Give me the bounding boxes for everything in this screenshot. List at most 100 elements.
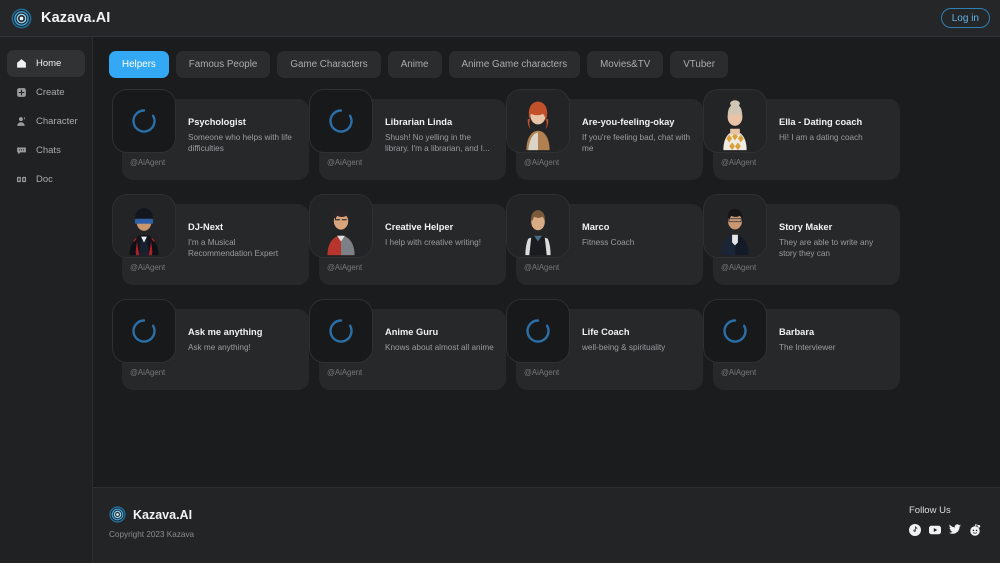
tab-game-characters[interactable]: Game Characters	[277, 51, 380, 78]
card-text: Life Coach well-being & spirituality	[582, 326, 694, 353]
agent-name: Anime Guru	[385, 326, 497, 338]
agent-description: Someone who helps with life difficulties	[188, 132, 300, 154]
agent-description: They are able to write any story they ca…	[779, 237, 891, 259]
agent-avatar	[112, 194, 176, 258]
loading-spinner-icon	[112, 89, 176, 153]
sidebar-item-character[interactable]: Character	[7, 108, 85, 135]
app-root: Kazava.AI Log in Home Create Character	[0, 0, 1000, 563]
copyright-text: Copyright 2023 Kazava	[109, 530, 1000, 539]
agent-card[interactable]: Ask me anythingAsk me anything! @AiAgent	[112, 299, 309, 396]
agent-card[interactable]: Story Maker They are able to write any st…	[703, 194, 900, 291]
sidebar-item-chats[interactable]: Chats	[7, 137, 85, 164]
agent-name: DJ-Next	[188, 221, 300, 233]
card-text: Creative Helper I help with creative writ…	[385, 221, 497, 248]
agent-handle: @AiAgent	[721, 368, 756, 377]
card-text: Anime Guru Knows about almost all anime	[385, 326, 497, 353]
card-text: Are-you-feeling-okay If you're feeling ba…	[582, 116, 694, 154]
category-tabs: Helpers Famous People Game Characters An…	[93, 37, 1000, 78]
tab-anime[interactable]: Anime	[388, 51, 442, 78]
agent-card-grid: PsychologistSomeone who helps with life …	[93, 78, 1000, 396]
twitter-icon[interactable]	[949, 524, 961, 536]
agent-card[interactable]: Librarian LindaShush! No yelling in the …	[309, 89, 506, 186]
sidebar-item-label-doc: Doc	[36, 174, 53, 185]
loading-spinner-icon	[703, 299, 767, 363]
tab-vtuber[interactable]: VTuber	[670, 51, 728, 78]
agent-handle: @AiAgent	[524, 263, 559, 272]
agent-card[interactable]: Life Coachwell-being & spirituality@AiAg…	[506, 299, 703, 396]
agent-handle: @AiAgent	[721, 158, 756, 167]
chat-bubble-icon	[16, 145, 27, 156]
loading-spinner-icon	[309, 89, 373, 153]
agent-description: well-being & spirituality	[582, 342, 694, 353]
loading-spinner-icon	[506, 299, 570, 363]
sidebar-item-label-chats: Chats	[36, 145, 61, 156]
agent-name: Creative Helper	[385, 221, 497, 233]
follow-us-title: Follow Us	[909, 505, 951, 516]
agent-name: Librarian Linda	[385, 116, 497, 128]
home-icon	[16, 58, 27, 69]
loading-spinner-icon	[112, 299, 176, 363]
agent-card[interactable]: Marco Fitness Coach @AiAgent	[506, 194, 703, 291]
agent-description: Hi! I am a dating coach	[779, 132, 891, 143]
kazava-spiral-logo-icon	[11, 8, 32, 29]
agent-name: Barbara	[779, 326, 891, 338]
tab-anime-game-characters[interactable]: Anime Game characters	[449, 51, 581, 78]
agent-name: Marco	[582, 221, 694, 233]
agent-card[interactable]: Are-you-feeling-okay If you're feeling ba…	[506, 89, 703, 186]
footer: Kazava.AI Copyright 2023 Kazava Follow U…	[93, 487, 1000, 563]
agent-handle: @AiAgent	[130, 368, 165, 377]
person-icon	[16, 116, 27, 127]
card-text: Ask me anythingAsk me anything!	[188, 326, 300, 353]
agent-handle: @AiAgent	[721, 263, 756, 272]
agent-description: Ask me anything!	[188, 342, 300, 353]
footer-brand-name: Kazava.AI	[133, 508, 192, 522]
login-button[interactable]: Log in	[941, 8, 990, 28]
card-text: Librarian LindaShush! No yelling in the …	[385, 116, 497, 154]
tab-movies-tv[interactable]: Movies&TV	[587, 51, 663, 78]
footer-brand[interactable]: Kazava.AI	[109, 506, 1000, 523]
sidebar-item-label-create: Create	[36, 87, 65, 98]
sidebar-item-create[interactable]: Create	[7, 79, 85, 106]
agent-handle: @AiAgent	[130, 263, 165, 272]
kazava-spiral-logo-icon	[109, 506, 126, 523]
card-text: PsychologistSomeone who helps with life …	[188, 116, 300, 154]
sidebar-item-home[interactable]: Home	[7, 50, 85, 77]
sidebar-item-label-home: Home	[36, 58, 61, 69]
agent-description: I help with creative writing!	[385, 237, 497, 248]
agent-name: Life Coach	[582, 326, 694, 338]
agent-handle: @AiAgent	[524, 158, 559, 167]
agent-name: Story Maker	[779, 221, 891, 233]
agent-card[interactable]: Barbara The Interviewer @AiAgent	[703, 299, 900, 396]
youtube-icon[interactable]	[929, 524, 941, 536]
reddit-icon[interactable]	[969, 524, 981, 536]
agent-card[interactable]: DJ-Next I'm a Musical Recommendation Expe…	[112, 194, 309, 291]
agent-handle: @AiAgent	[327, 263, 362, 272]
tiktok-icon[interactable]	[909, 524, 921, 536]
agent-card[interactable]: Creative Helper I help with creative writ…	[309, 194, 506, 291]
tab-helpers[interactable]: Helpers	[109, 51, 169, 78]
tab-famous-people[interactable]: Famous People	[176, 51, 271, 78]
agent-card[interactable]: Ella - Dating coachHi! I am a dating coa…	[703, 89, 900, 186]
brand[interactable]: Kazava.AI	[11, 8, 110, 29]
card-text: Ella - Dating coachHi! I am a dating coa…	[779, 116, 891, 143]
agent-handle: @AiAgent	[130, 158, 165, 167]
agent-description: The Interviewer	[779, 342, 891, 353]
agent-avatar	[703, 89, 767, 153]
sidebar-item-doc[interactable]: Doc	[7, 166, 85, 193]
agent-description: Knows about almost all anime	[385, 342, 497, 353]
main-content: Helpers Famous People Game Characters An…	[93, 37, 1000, 487]
follow-us-block: Follow Us	[909, 505, 981, 536]
sidebar-item-label-character: Character	[36, 116, 78, 127]
agent-avatar	[703, 194, 767, 258]
card-text: DJ-Next I'm a Musical Recommendation Expe…	[188, 221, 300, 259]
agent-description: I'm a Musical Recommendation Expert	[188, 237, 300, 259]
loading-spinner-icon	[309, 299, 373, 363]
doc-grid-icon	[16, 174, 27, 185]
agent-name: Are-you-feeling-okay	[582, 116, 694, 128]
agent-description: Fitness Coach	[582, 237, 694, 248]
agent-avatar	[506, 194, 570, 258]
agent-card[interactable]: PsychologistSomeone who helps with life …	[112, 89, 309, 186]
sidebar: Home Create Character Chats	[0, 37, 93, 563]
agent-card[interactable]: Anime GuruKnows about almost all anime@A…	[309, 299, 506, 396]
agent-description: If you're feeling bad, chat with me	[582, 132, 694, 154]
